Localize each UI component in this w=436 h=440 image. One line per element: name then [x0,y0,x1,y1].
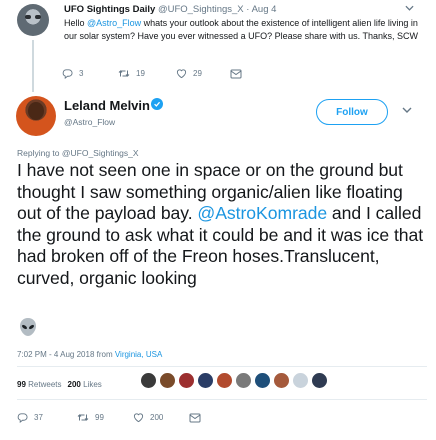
parent-chevron-down-icon[interactable] [405,3,414,13]
heart-icon [176,69,187,79]
liker-avatar[interactable] [197,372,214,389]
location-link[interactable]: Virginia, USA [115,350,162,359]
tweet-action-bar: 37 99 200 [17,412,201,423]
author-handle[interactable]: @Astro_Flow [64,117,115,127]
avatar-eye [35,15,41,19]
liker-avatar[interactable] [235,372,252,389]
like-total: 200 [67,380,81,389]
avatar-face [28,102,44,120]
parent-dm-button[interactable] [230,69,242,79]
parent-action-bar: 3 19 29 [60,68,242,79]
parent-text-start: Hello [64,18,88,28]
liker-avatar[interactable] [178,372,195,389]
thread-connector-line [32,40,34,92]
liker-avatar[interactable] [159,372,176,389]
envelope-icon [230,69,242,78]
parent-retweet-button[interactable]: 19 [118,68,176,79]
reply-count: 37 [34,413,43,422]
reply-icon [17,413,28,423]
liker-avatar[interactable] [273,372,290,389]
avatar-eye [25,15,31,19]
likes-label: Likes [83,380,102,389]
author-avatar[interactable] [16,96,56,136]
parent-reply-button[interactable]: 3 [62,68,118,79]
tweet-text: I have not seen one in space or on the g… [17,160,427,290]
divider [17,399,427,400]
parent-date[interactable]: Aug 4 [252,4,277,15]
liker-avatar[interactable] [140,372,157,389]
likes-stat[interactable]: 200 Likes [68,380,102,389]
replying-to-line[interactable]: Replying to @UFO_Sightings_X [17,148,139,158]
header-separator: · [246,4,250,15]
follow-button[interactable]: Follow [316,99,388,125]
liker-avatars [140,372,328,389]
divider [17,366,427,367]
verified-badge-icon [151,98,163,110]
tweet-chevron-down-icon[interactable] [402,105,412,116]
liker-avatar[interactable] [254,372,271,389]
retweet-icon [77,414,89,421]
engagement-stats: 99 Retweets 200 Likes [17,380,102,389]
liker-avatar[interactable] [292,372,309,389]
parent-reply-count: 3 [79,69,84,78]
parent-like-count: 29 [193,69,202,78]
parent-header: UFO Sightings Daily @UFO_Sightings_X · A… [64,4,276,15]
like-count: 200 [150,413,164,422]
dm-button[interactable] [189,413,201,423]
like-button[interactable]: 200 [133,412,189,423]
parent-author-handle[interactable]: @UFO_Sightings_X [158,4,244,15]
liker-avatar[interactable] [311,372,328,389]
parent-like-button[interactable]: 29 [176,68,230,79]
retweet-total: 99 [17,380,26,389]
alien-emoji-icon [18,317,38,337]
liker-avatar[interactable] [216,372,233,389]
tweet-mention-link[interactable]: @AstroKomrade [197,203,327,223]
envelope-icon [189,413,201,422]
retweet-button[interactable]: 99 [77,412,133,423]
retweet-icon [118,70,130,77]
retweets-stat[interactable]: 99 Retweets [17,380,62,389]
retweet-count: 99 [95,413,104,422]
parent-avatar[interactable] [17,4,49,36]
timestamp-text[interactable]: 7:02 PM - 4 Aug 2018 from [17,350,115,359]
reply-button[interactable]: 37 [17,412,77,423]
parent-retweet-count: 19 [136,69,145,78]
heart-icon [133,413,144,423]
tweet-timestamp: 7:02 PM - 4 Aug 2018 from Virginia, USA [17,350,162,359]
retweets-label: Retweets [28,380,62,389]
parent-mention-link[interactable]: @Astro_Flow [87,18,141,28]
reply-icon [62,69,73,79]
author-name[interactable]: Leland Melvin [64,98,150,113]
parent-tweet-text: Hello @Astro_Flow whats your outlook abo… [64,17,424,42]
parent-author-name[interactable]: UFO Sightings Daily [64,4,155,15]
